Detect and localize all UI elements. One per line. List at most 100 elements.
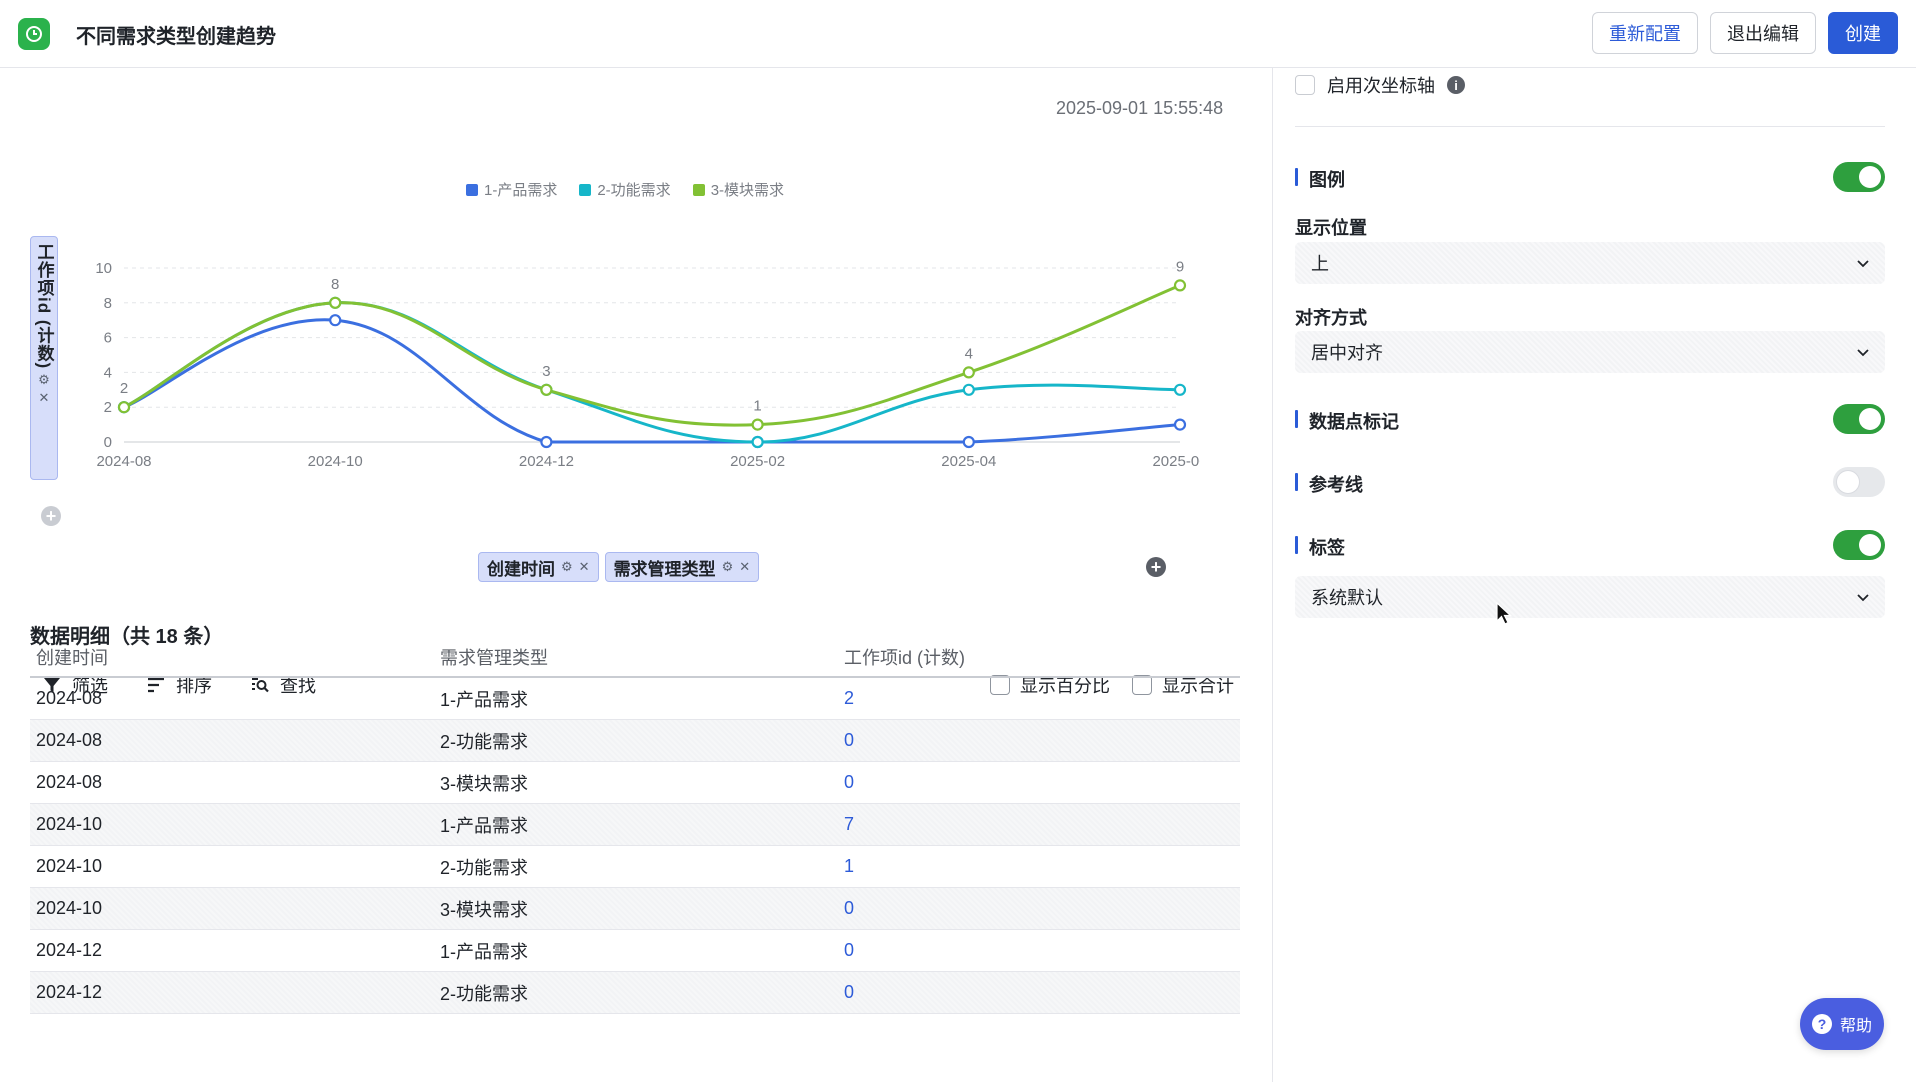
data-point[interactable] (962, 366, 975, 379)
data-point[interactable] (117, 401, 131, 414)
table-cell[interactable]: 0 (838, 730, 1240, 751)
column-header[interactable]: 工作项id (计数) (838, 644, 1240, 670)
add-y-field-icon[interactable]: + (41, 506, 61, 526)
table-cell[interactable]: 0 (838, 898, 1240, 919)
table-cell[interactable]: 0 (838, 940, 1240, 961)
data-point[interactable] (962, 435, 975, 449)
column-header[interactable]: 创建时间 (30, 644, 434, 670)
table-row: 2024-08 3-模块需求 0 (30, 762, 1240, 804)
table-cell[interactable]: 0 (838, 772, 1240, 793)
close-icon[interactable]: ✕ (739, 559, 750, 575)
table-cell: 3-模块需求 (440, 899, 529, 920)
create-button[interactable]: 创建 (1828, 12, 1898, 54)
reference-line-section-label: 参考线 (1295, 471, 1363, 497)
table-row: 2024-10 3-模块需求 0 (30, 888, 1240, 930)
x-tick-label: 2025-04 (941, 453, 996, 470)
info-icon[interactable]: i (1447, 76, 1465, 94)
x-tick-label: 2025-02 (730, 453, 785, 470)
toggle-knob (1859, 166, 1881, 188)
position-label: 显示位置 (1295, 218, 1367, 238)
y-tick-label: 0 (104, 434, 112, 451)
data-point[interactable] (540, 383, 553, 396)
add-x-field-icon[interactable]: + (1146, 557, 1166, 577)
exit-edit-button[interactable]: 退出编辑 (1710, 12, 1816, 54)
legend-swatch (692, 183, 705, 196)
data-point[interactable] (962, 383, 975, 396)
secondary-axis-checkbox[interactable] (1295, 75, 1315, 95)
y-tick-label: 6 (104, 330, 112, 347)
gear-icon[interactable]: ⚙ (561, 559, 573, 575)
help-button[interactable]: ? 帮助 (1800, 998, 1884, 1050)
table-row: 2024-08 2-功能需求 0 (30, 720, 1240, 762)
y-axis-field-label: 工作项id (计数) (34, 243, 54, 370)
table-cell: 2024-08 (36, 730, 103, 750)
tag-select[interactable]: 系统默认 (1295, 576, 1885, 618)
table-cell: 2-功能需求 (440, 731, 529, 752)
legend-item[interactable]: 2-功能需求 (579, 179, 671, 200)
toggle-knob (1837, 471, 1859, 493)
legend-swatch (579, 183, 592, 196)
dashboard-app-icon (18, 18, 50, 50)
data-point[interactable] (1173, 279, 1187, 292)
x-axis-field-pill[interactable]: 创建时间 ⚙ ✕ (478, 552, 599, 582)
legend-section-label: 图例 (1295, 166, 1345, 192)
x-axis-field-label: 创建时间 (487, 559, 555, 579)
table-cell[interactable]: 0 (838, 982, 1240, 1003)
position-value: 上 (1311, 254, 1329, 274)
table-cell: 2-功能需求 (440, 857, 529, 878)
y-axis-field-pill[interactable]: 工作项id (计数) ⚙ ✕ (30, 236, 58, 480)
table-cell: 2024-08 (36, 772, 103, 792)
column-header[interactable]: 需求管理类型 (434, 644, 838, 670)
data-point[interactable] (329, 296, 342, 309)
chart-legend: 1-产品需求 2-功能需求 3-模块需求 (466, 179, 784, 200)
close-icon[interactable]: ✕ (579, 559, 590, 575)
table-cell: 2024-10 (36, 856, 103, 876)
align-value: 居中对齐 (1311, 343, 1383, 363)
toggle-knob (1859, 408, 1881, 430)
table-cell: 2024-08 (36, 688, 103, 708)
data-point[interactable] (329, 314, 342, 327)
page-title: 不同需求类型创建趋势 (76, 26, 276, 48)
table-cell: 1-产品需求 (440, 689, 529, 710)
table-cell[interactable]: 1 (838, 856, 1240, 877)
y-tick-label: 10 (95, 260, 112, 277)
data-label: 8 (331, 276, 339, 293)
x-axis-field-pills: 创建时间 ⚙ ✕ 需求管理类型 ⚙ ✕ (478, 552, 760, 582)
tag-toggle[interactable] (1833, 530, 1885, 560)
table-row: 2024-10 2-功能需求 1 (30, 846, 1240, 888)
table-cell[interactable]: 7 (838, 814, 1240, 835)
legend-label: 1-产品需求 (484, 182, 558, 199)
reference-line-toggle[interactable] (1833, 467, 1885, 497)
table-cell: 1-产品需求 (440, 941, 529, 962)
chevron-down-icon (1857, 260, 1869, 268)
align-select[interactable]: 居中对齐 (1295, 331, 1885, 373)
table-row: 2024-12 2-功能需求 0 (30, 972, 1240, 1014)
data-point[interactable] (751, 435, 764, 449)
table-cell: 1-产品需求 (440, 815, 529, 836)
table-row: 2024-08 1-产品需求 2 (30, 678, 1240, 720)
close-icon[interactable]: ✕ (39, 391, 50, 405)
data-label: 9 (1176, 258, 1184, 275)
data-label: 3 (542, 363, 550, 380)
data-point[interactable] (540, 435, 553, 449)
legend-toggle[interactable] (1833, 162, 1885, 192)
tag-value: 系统默认 (1311, 588, 1383, 608)
legend-item[interactable]: 3-模块需求 (692, 179, 784, 200)
data-point[interactable] (751, 418, 764, 431)
update-timestamp: 2025-09-01 15:55:48 (1056, 98, 1224, 118)
data-point[interactable] (1173, 383, 1187, 396)
y-tick-label: 4 (104, 364, 112, 381)
toggle-knob (1859, 534, 1881, 556)
gear-icon[interactable]: ⚙ (722, 559, 734, 575)
secondary-axis-option[interactable]: 启用次坐标轴 i (1295, 72, 1465, 98)
legend-item[interactable]: 1-产品需求 (466, 179, 557, 200)
table-cell: 2024-12 (36, 940, 103, 960)
reconfigure-button[interactable]: 重新配置 (1592, 12, 1698, 54)
data-point[interactable] (1173, 418, 1187, 431)
x-axis-field-pill[interactable]: 需求管理类型 ⚙ ✕ (604, 552, 760, 582)
gear-icon[interactable]: ⚙ (38, 373, 50, 387)
position-select[interactable]: 上 (1295, 242, 1885, 284)
settings-panel: 启用次坐标轴 i 图例 显示位置 上 对齐方式 居中对齐 数据点标记 参考线 标… (1273, 68, 1916, 1082)
table-cell[interactable]: 2 (838, 688, 1240, 709)
data-marker-toggle[interactable] (1833, 404, 1885, 434)
